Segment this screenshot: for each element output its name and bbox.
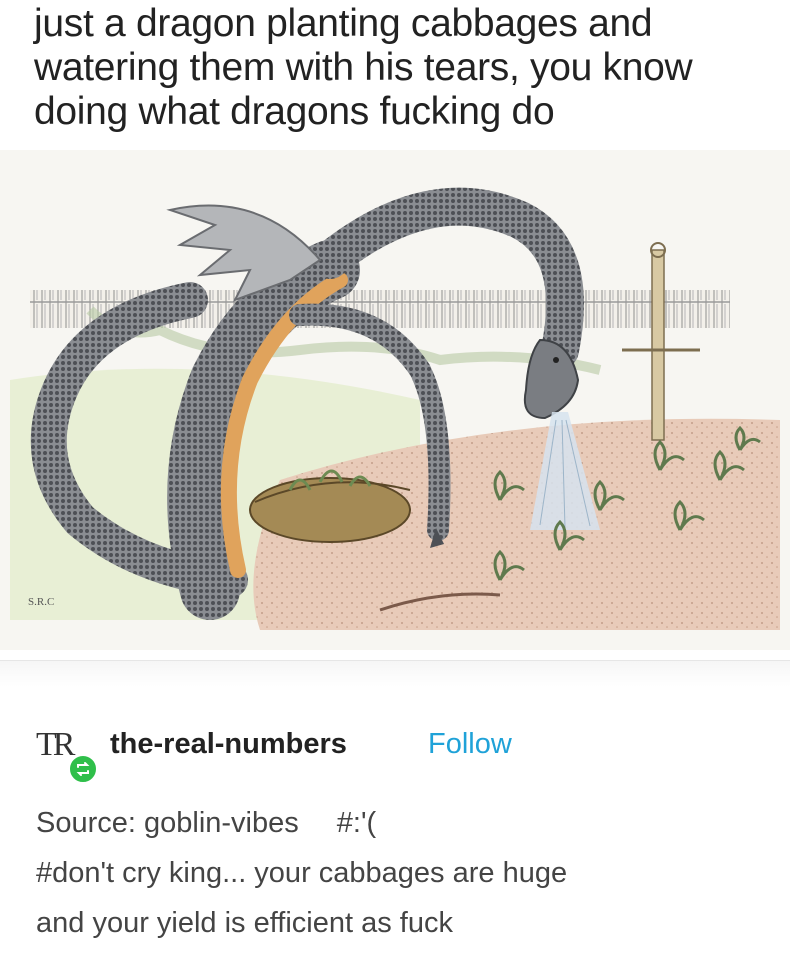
caption-line-2: watering them with his tears, you know [34, 46, 693, 89]
post-body: Source: goblin-vibes #:'( #don't cry king… [36, 798, 776, 948]
tag-sad-face[interactable]: #:'( [337, 807, 376, 839]
post-header: TR the-real-numbers Follow [36, 722, 776, 784]
dragon-gardening-illustration: S.R.C [0, 150, 790, 650]
seedling-basket [249, 477, 411, 543]
caption-line-3: doing what dragons fucking do [34, 90, 555, 133]
follow-button[interactable]: Follow [428, 728, 512, 761]
caption-line-1: just a dragon planting cabbages and [34, 2, 653, 45]
source-line: Source: goblin-vibes #:'( [36, 798, 776, 848]
artist-signature: S.R.C [28, 596, 54, 608]
username-link[interactable]: the-real-numbers [110, 728, 347, 761]
avatar-initials: TR [36, 726, 76, 763]
meme-caption: just a dragon planting cabbages and wate… [34, 2, 774, 134]
post-divider [0, 660, 790, 687]
source-link[interactable]: Source: goblin-vibes [36, 807, 299, 839]
avatar[interactable]: TR [36, 726, 98, 784]
tag-continuation[interactable]: and your yield is efficient as fuck [36, 898, 776, 948]
tag-dont-cry-king[interactable]: #don't cry king... your cabbages are hug… [36, 848, 776, 898]
reblog-icon [68, 754, 98, 784]
garden-stake [651, 249, 665, 441]
